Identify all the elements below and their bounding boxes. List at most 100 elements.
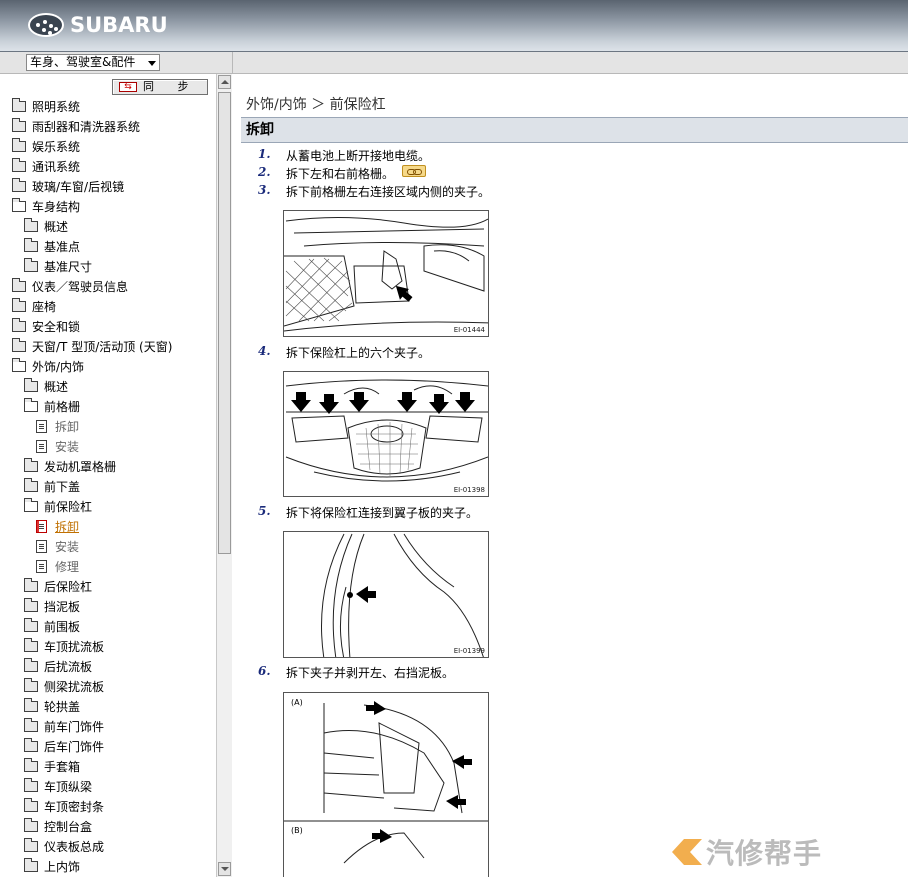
- figure-fender-clip: EI-01399: [283, 531, 489, 658]
- tree-item[interactable]: 基准点: [0, 236, 216, 256]
- tree-item-label: 控制台盒: [44, 819, 93, 834]
- tree-item[interactable]: 安装: [0, 436, 216, 456]
- tree-item[interactable]: 外饰/内饰: [0, 356, 216, 376]
- tree-item-label: 车顶纵梁: [44, 779, 93, 794]
- document-icon: [36, 559, 47, 573]
- folder-icon: [24, 837, 38, 852]
- procedure-step: 4. 拆下保险杠上的六个夹子。: [258, 344, 430, 361]
- folder-icon: [24, 757, 38, 772]
- tree-item[interactable]: 车顶密封条: [0, 796, 216, 816]
- tree-item-label: 前保险杠: [44, 499, 93, 514]
- tree-item-label: 前车门饰件: [44, 719, 105, 734]
- tree-item[interactable]: 玻璃/车窗/后视镜: [0, 176, 216, 196]
- tree-item[interactable]: 修理: [0, 556, 216, 576]
- folder-icon: [12, 97, 26, 112]
- tree-item[interactable]: 安全和锁: [0, 316, 216, 336]
- folder-icon: [24, 257, 38, 272]
- tree-item[interactable]: 上内饰: [0, 856, 216, 876]
- tree-item[interactable]: 概述: [0, 376, 216, 396]
- tree-item-label: 后扰流板: [44, 659, 93, 674]
- tree-item[interactable]: 概述: [0, 216, 216, 236]
- tree-item[interactable]: 照明系统: [0, 96, 216, 116]
- sync-button[interactable]: ⇆ 同 步: [112, 79, 208, 95]
- tree-item[interactable]: 通讯系统: [0, 156, 216, 176]
- tree-item[interactable]: 前格栅: [0, 396, 216, 416]
- tree-item-label: 发动机罩格栅: [44, 459, 117, 474]
- tree-item[interactable]: 基准尺寸: [0, 256, 216, 276]
- figure-bumper-clips: EI-01398: [283, 371, 489, 497]
- procedure-step: 6. 拆下夹子并剥开左、右挡泥板。: [258, 664, 454, 681]
- tree-item-label: 天窗/T 型顶/活动顶 (天窗): [32, 339, 173, 354]
- document-icon: [36, 439, 47, 453]
- step-text: 拆下前格栅左右连接区域内侧的夹子。: [286, 185, 491, 199]
- step-number: 2.: [258, 165, 271, 179]
- tree-item-label: 安装: [55, 539, 80, 554]
- folder-icon: [12, 277, 26, 292]
- tree-item[interactable]: 娱乐系统: [0, 136, 216, 156]
- tree-item-label: 后车门饰件: [44, 739, 105, 754]
- folder-icon: [24, 577, 38, 592]
- tree-item[interactable]: 侧梁扰流板: [0, 676, 216, 696]
- procedure-step: 2. 拆下左和右前格栅。: [258, 165, 427, 182]
- figure-code: EI-01444: [453, 326, 485, 334]
- sidebar-scrollbar[interactable]: [216, 74, 232, 877]
- tree-item[interactable]: 车身结构: [0, 196, 216, 216]
- tree-item[interactable]: 仪表板总成: [0, 836, 216, 856]
- tree-item-label: 概述: [44, 379, 69, 394]
- reference-link-icon[interactable]: [402, 165, 427, 177]
- tree-item[interactable]: 车顶纵梁: [0, 776, 216, 796]
- tree-item-label: 前格栅: [44, 399, 81, 414]
- folder-open-icon: [24, 497, 38, 512]
- tree-item[interactable]: 车顶扰流板: [0, 636, 216, 656]
- pleiades-logo-icon: [28, 13, 64, 37]
- scroll-down-arrow-icon[interactable]: [218, 862, 231, 876]
- folder-icon: [24, 457, 38, 472]
- folder-icon: [12, 137, 26, 152]
- folder-icon: [24, 597, 38, 612]
- tree-item-label: 座椅: [32, 299, 57, 314]
- navigation-sidebar: ⇆ 同 步 照明系统 雨刮器和清洗器系统 娱乐系统通讯系统玻璃/车窗/后视镜车身结构…: [0, 74, 232, 877]
- fender-illustration: [321, 533, 484, 657]
- document-content: 外饰/内饰 ＞ 前保险杠 拆卸 1. 从蓄电池上断开接地电缆。 2. 拆下左和右…: [233, 74, 908, 877]
- tree-item-label: 上内饰: [44, 859, 81, 874]
- sync-icon: ⇆: [119, 82, 137, 92]
- tree-item[interactable]: 轮拱盖: [0, 696, 216, 716]
- tree-item[interactable]: 前保险杠: [0, 496, 216, 516]
- tree-item[interactable]: 发动机罩格栅: [0, 456, 216, 476]
- tree-item[interactable]: 拆卸: [0, 416, 216, 436]
- category-select[interactable]: 车身、驾驶室&配件: [26, 54, 160, 71]
- folder-icon: [24, 737, 38, 752]
- scrollbar-thumb[interactable]: [218, 92, 231, 554]
- tree-item[interactable]: 控制台盒: [0, 816, 216, 836]
- tree-item[interactable]: 仪表／驾驶员信息: [0, 276, 216, 296]
- tree-item[interactable]: 座椅: [0, 296, 216, 316]
- tree-item-label: 通讯系统: [32, 159, 81, 174]
- toc-tree: 照明系统 雨刮器和清洗器系统 娱乐系统 通讯系统 玻璃/车窗/后视镜 车身结构 概述 基准点基…: [0, 96, 216, 876]
- tree-item[interactable]: 安装: [0, 536, 216, 556]
- tree-item[interactable]: 前围板: [0, 616, 216, 636]
- watermark: 汽修帮手: [672, 832, 822, 872]
- tree-item[interactable]: 后扰流板: [0, 656, 216, 676]
- tree-item-label: 拆卸: [55, 519, 80, 534]
- breadcrumb: 外饰/内饰 ＞ 前保险杠: [246, 97, 386, 113]
- folder-icon: [24, 377, 38, 392]
- tree-item[interactable]: 前车门饰件: [0, 716, 216, 736]
- tree-item[interactable]: 天窗/T 型顶/活动顶 (天窗): [0, 336, 216, 356]
- tree-item[interactable]: 挡泥板: [0, 596, 216, 616]
- tree-item[interactable]: 前下盖: [0, 476, 216, 496]
- tree-item[interactable]: 拆卸: [0, 516, 216, 536]
- folder-icon: [24, 857, 38, 872]
- folder-icon: [24, 617, 38, 632]
- step-text: 拆下将保险杠连接到翼子板的夹子。: [286, 506, 479, 520]
- scroll-up-arrow-icon[interactable]: [218, 75, 231, 89]
- step-number: 4.: [258, 344, 271, 358]
- folder-icon: [24, 797, 38, 812]
- tree-item[interactable]: 后车门饰件: [0, 736, 216, 756]
- tree-item-label: 手套箱: [44, 759, 81, 774]
- tree-item[interactable]: 雨刮器和清洗器系统: [0, 116, 216, 136]
- tree-item[interactable]: 手套箱: [0, 756, 216, 776]
- tree-item[interactable]: 后保险杠: [0, 576, 216, 596]
- pane-divider[interactable]: [232, 52, 233, 74]
- tree-item-label: 车身结构: [32, 199, 81, 214]
- tree-item-label: 外饰/内饰: [32, 359, 85, 374]
